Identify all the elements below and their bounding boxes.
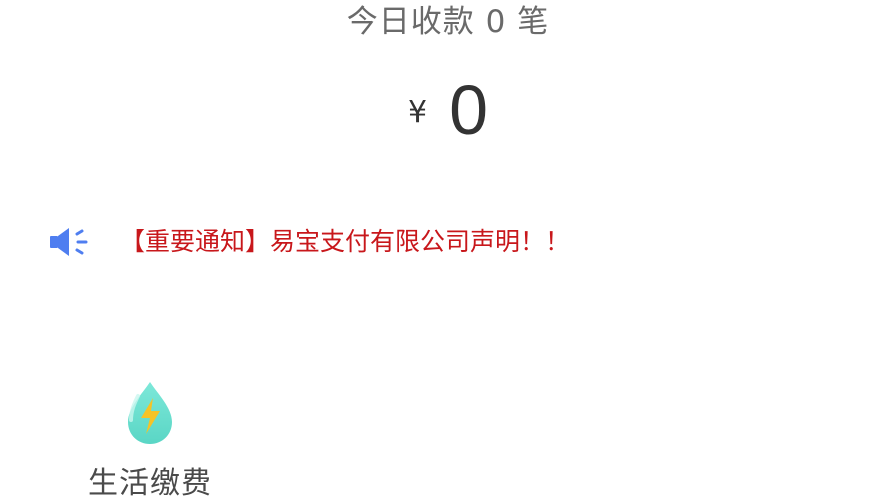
today-amount-row: ¥0 — [0, 70, 896, 150]
service-item-utility-payment[interactable]: 生活缴费 — [60, 370, 240, 504]
today-transaction-count: 今日收款 0 笔 — [346, 4, 550, 40]
currency-symbol: ¥ — [407, 95, 428, 130]
water-drop-lightning-icon — [122, 380, 178, 446]
service-grid: 生活缴费 — [60, 370, 460, 504]
payment-home-screen: 今日收款 0 笔 ¥0 【重要通知】易宝支付有限公司声明！！ 生活缴费 — [0, 0, 896, 504]
speaker-icon — [48, 224, 92, 260]
notice-banner[interactable]: 【重要通知】易宝支付有限公司声明！！ — [48, 222, 868, 262]
today-summary: 今日收款 0 笔 ¥0 — [0, 0, 896, 170]
today-amount: 0 — [449, 71, 489, 149]
notice-text[interactable]: 【重要通知】易宝支付有限公司声明！！ — [120, 222, 570, 262]
service-label: 生活缴费 — [88, 466, 212, 501]
